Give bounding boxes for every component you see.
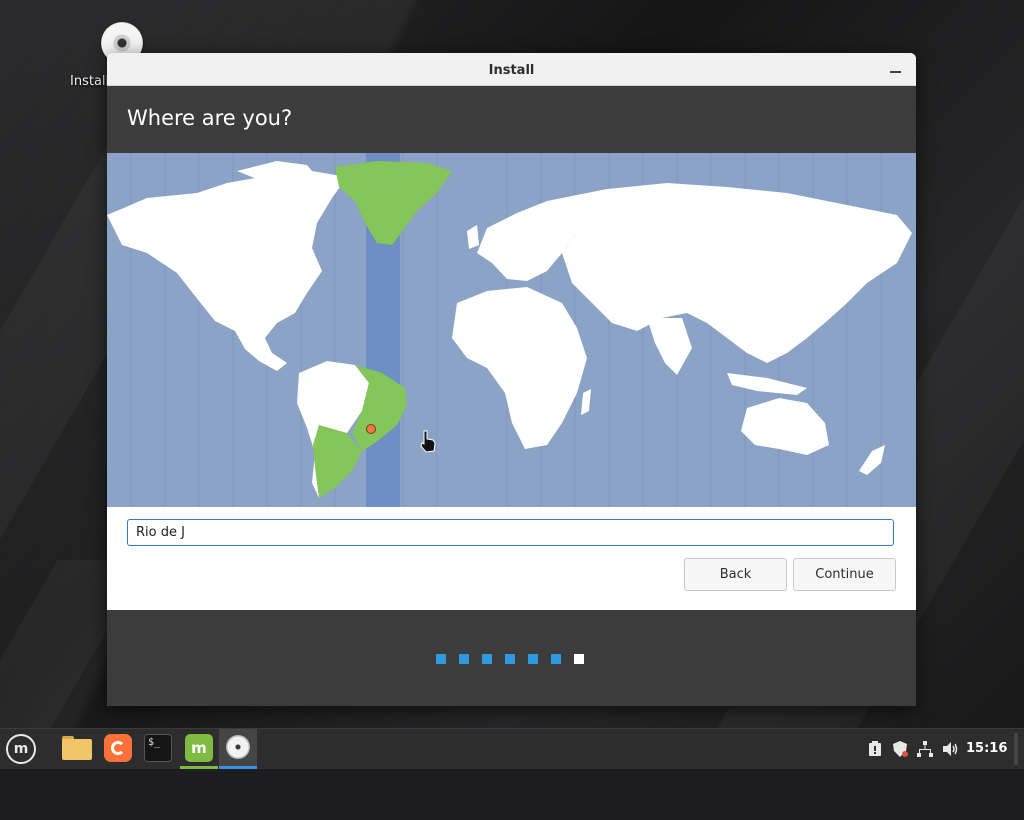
asia	[547, 183, 912, 363]
world-map	[107, 153, 912, 507]
menu-icon[interactable]: m	[6, 734, 36, 764]
progress-step-dot	[436, 654, 446, 664]
continue-button[interactable]: Continue	[793, 558, 896, 591]
page-header: Where are you?	[107, 86, 916, 153]
desktop-icon-label: Install	[70, 74, 110, 89]
progress-step-dot	[482, 654, 492, 664]
clock[interactable]: 15:16	[966, 729, 1007, 769]
installer-icon[interactable]	[219, 729, 257, 769]
minimize-button[interactable]	[886, 59, 906, 79]
progress-footer	[107, 610, 916, 706]
selected-city-marker	[366, 424, 376, 434]
network-icon[interactable]	[916, 740, 934, 758]
progress-step-dot	[528, 654, 538, 664]
mouse-cursor-icon	[420, 430, 436, 453]
window-title: Install	[488, 63, 535, 78]
terminal-icon[interactable]: $_	[144, 734, 172, 762]
files-icon[interactable]	[62, 736, 92, 760]
timezone-search-input[interactable]	[127, 519, 894, 546]
software-manager-icon[interactable]: m	[180, 729, 218, 769]
progress-step-dot	[574, 654, 584, 664]
indonesia	[727, 373, 807, 395]
window-titlebar[interactable]: Install	[107, 53, 916, 86]
back-button[interactable]: Back	[684, 558, 787, 591]
shield-icon[interactable]	[891, 740, 909, 758]
greenland	[335, 161, 452, 245]
timezone-form: Back Continue	[107, 507, 916, 611]
page-title: Where are you?	[127, 106, 293, 130]
north-america	[107, 171, 347, 371]
update-manager-icon[interactable]	[866, 740, 884, 758]
british-isles	[467, 225, 479, 249]
installer-window: Install Where are you? Rio de J Back Con…	[107, 53, 916, 706]
progress-step-dot	[551, 654, 561, 664]
volume-icon[interactable]	[941, 740, 959, 758]
taskbar: m $_ m 15:16	[0, 728, 1024, 769]
progress-step-dot	[459, 654, 469, 664]
madagascar	[581, 389, 591, 415]
progress-step-dot	[505, 654, 515, 664]
timezone-map[interactable]	[107, 153, 916, 507]
firefox-icon[interactable]	[104, 734, 132, 762]
india	[647, 318, 692, 375]
australia	[741, 398, 829, 455]
africa	[452, 287, 587, 449]
show-desktop-button[interactable]	[1014, 733, 1018, 765]
